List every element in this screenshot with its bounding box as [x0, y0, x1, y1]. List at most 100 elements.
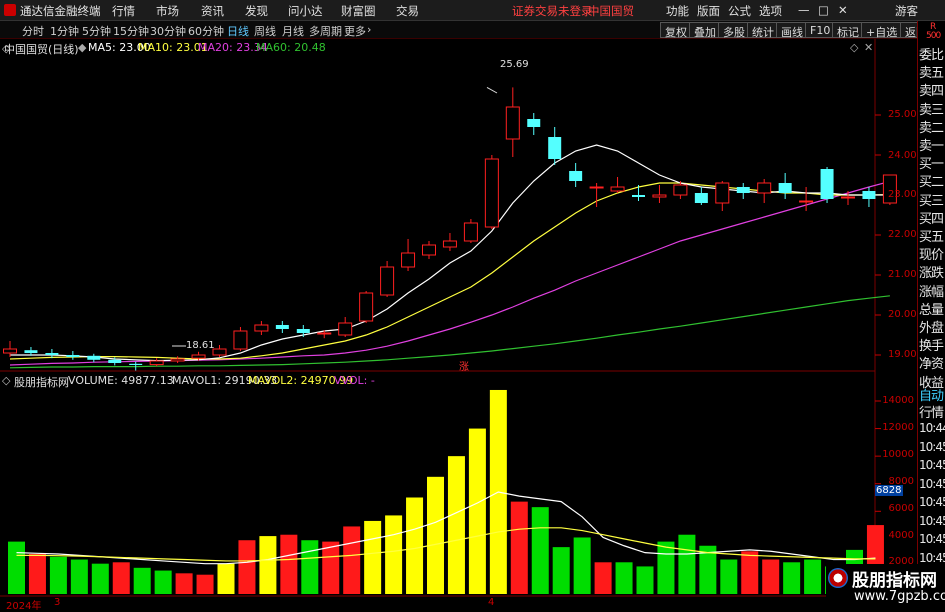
quote-field-0: 委比	[919, 48, 944, 63]
candle-body-up	[380, 266, 395, 296]
volume-label: VOLUME: 49877.13	[68, 374, 174, 387]
tick-time: 10:45	[919, 532, 945, 546]
tongji-button[interactable]: 统计	[747, 22, 779, 39]
quote-field-13: 涨幅	[919, 284, 944, 300]
quote-field-7: 买二	[919, 175, 944, 191]
close-icon[interactable]: ✕	[838, 3, 848, 17]
candle-body-up	[254, 324, 269, 332]
menu-xuanxiang[interactable]: 选项	[759, 3, 782, 19]
candle-body-down	[736, 187, 750, 193]
tick-time: 10:45	[919, 513, 945, 528]
tick-time: 10:45	[919, 476, 945, 491]
zhang-marker: 涨	[459, 362, 469, 373]
biaoji-button[interactable]: 标记	[832, 22, 864, 39]
minimize-icon[interactable]: —	[798, 3, 810, 17]
volume-bar	[91, 563, 109, 594]
period-30min[interactable]: 30分钟	[150, 23, 186, 39]
watermark: 股朋指标网 www.7gpzb.com	[826, 564, 945, 609]
volume-bar	[552, 547, 570, 594]
f10-button[interactable]: F10	[805, 22, 836, 38]
quote-field-17: 净资	[919, 357, 944, 373]
price-tick: 25.00	[888, 109, 917, 120]
menu-caifuquan[interactable]: 财富圈	[341, 3, 376, 19]
watermark-url: www.7gpzb.com	[854, 589, 945, 604]
period-1min[interactable]: 1分钟	[50, 23, 79, 39]
candle-body-up	[191, 354, 206, 359]
watermark-logo-icon	[828, 568, 848, 588]
menu-gongneng[interactable]: 功能	[666, 3, 689, 19]
volume-bar	[804, 559, 822, 594]
period-monthly[interactable]: 月线	[282, 23, 304, 39]
watermark-name: 股朋指标网	[852, 571, 937, 591]
volume-bar	[385, 515, 403, 594]
menu-zixun[interactable]: 资讯	[201, 3, 224, 19]
menu-shichang[interactable]: 市场	[156, 3, 179, 19]
menu-gongshi[interactable]: 公式	[728, 3, 751, 19]
menu-faxian[interactable]: 发现	[245, 3, 268, 19]
candle-body-down	[632, 195, 645, 197]
volume-bar	[70, 559, 88, 594]
diejia-button[interactable]: 叠加	[689, 22, 721, 39]
more-chevron-icon[interactable]: ›	[367, 23, 371, 36]
candle-body-up	[317, 332, 332, 335]
quote-field-2: 卖四	[919, 84, 944, 100]
volume-bar	[741, 551, 759, 594]
volume-bar	[406, 497, 424, 594]
period-more[interactable]: 更多	[344, 23, 366, 39]
candle-body-up	[673, 184, 688, 196]
volume-bar	[196, 574, 214, 594]
menu-hangqing[interactable]: 行情	[112, 3, 135, 19]
app-logo-icon	[4, 4, 16, 16]
volume-bar	[510, 501, 528, 594]
kline-chart[interactable]	[0, 39, 917, 609]
candle-body-down	[66, 355, 80, 357]
period-daily[interactable]: 日线	[227, 23, 249, 39]
quote-field-1: 卖五	[919, 66, 944, 82]
panel-close-icon[interactable]: ✕	[864, 41, 873, 54]
candle-body-up	[359, 292, 374, 322]
volume-bar	[678, 534, 696, 594]
volume-bar	[343, 526, 361, 594]
candle-body-down	[275, 325, 289, 329]
volume-bar	[657, 541, 675, 594]
maximize-icon[interactable]: □	[818, 3, 829, 17]
date-month-3: 3	[54, 597, 61, 608]
fuquan-button[interactable]: 复权	[660, 22, 692, 39]
period-15min[interactable]: 15分钟	[113, 23, 149, 39]
login-status[interactable]: 证券交易未登录	[512, 3, 593, 19]
ma20-line	[9, 180, 891, 366]
candle-body-up	[589, 186, 604, 189]
volume-bar	[28, 554, 46, 594]
price-panel-settings-icon[interactable]: ◆	[78, 41, 86, 54]
duogu-button[interactable]: 多股	[718, 22, 750, 39]
panel-options-icon[interactable]: ◇	[850, 41, 858, 54]
price-panel-name: 中国国贸(日线)	[4, 43, 79, 56]
period-5min[interactable]: 5分钟	[82, 23, 111, 39]
guest-label[interactable]: 游客	[895, 3, 918, 19]
period-fenshi[interactable]: 分时	[22, 23, 44, 39]
vol-collapse-icon[interactable]: ◇	[2, 374, 10, 387]
vol-tick: 12000	[882, 422, 914, 433]
candle-body-down	[24, 350, 38, 353]
menu-wenxiaoda[interactable]: 问小达	[288, 3, 323, 19]
volume-bar	[322, 541, 340, 594]
volume-bar	[301, 540, 319, 594]
volume-bar	[720, 559, 738, 594]
period-60min[interactable]: 60分钟	[188, 23, 224, 39]
add-favorite-button[interactable]: +自选	[861, 22, 903, 39]
period-multi[interactable]: 多周期	[309, 23, 342, 39]
price-tick: 20.00	[888, 309, 917, 320]
ma60-label: MA60: 20.48	[256, 41, 326, 54]
tick-time: 10:45	[919, 495, 945, 509]
volume-bar	[175, 573, 193, 594]
huaxian-button[interactable]: 画线	[776, 22, 808, 39]
period-weekly[interactable]: 周线	[254, 23, 276, 39]
volume-bar	[259, 536, 277, 594]
menu-jiaoyi[interactable]: 交易	[396, 3, 419, 19]
candle-body-up	[610, 186, 625, 192]
candle-body-down	[569, 171, 583, 181]
quote-field-3: 卖三	[919, 102, 944, 118]
quote-tab[interactable]: 行情	[919, 402, 944, 421]
quote-field-16: 换手	[919, 339, 944, 355]
menu-banmian[interactable]: 版面	[697, 3, 720, 19]
